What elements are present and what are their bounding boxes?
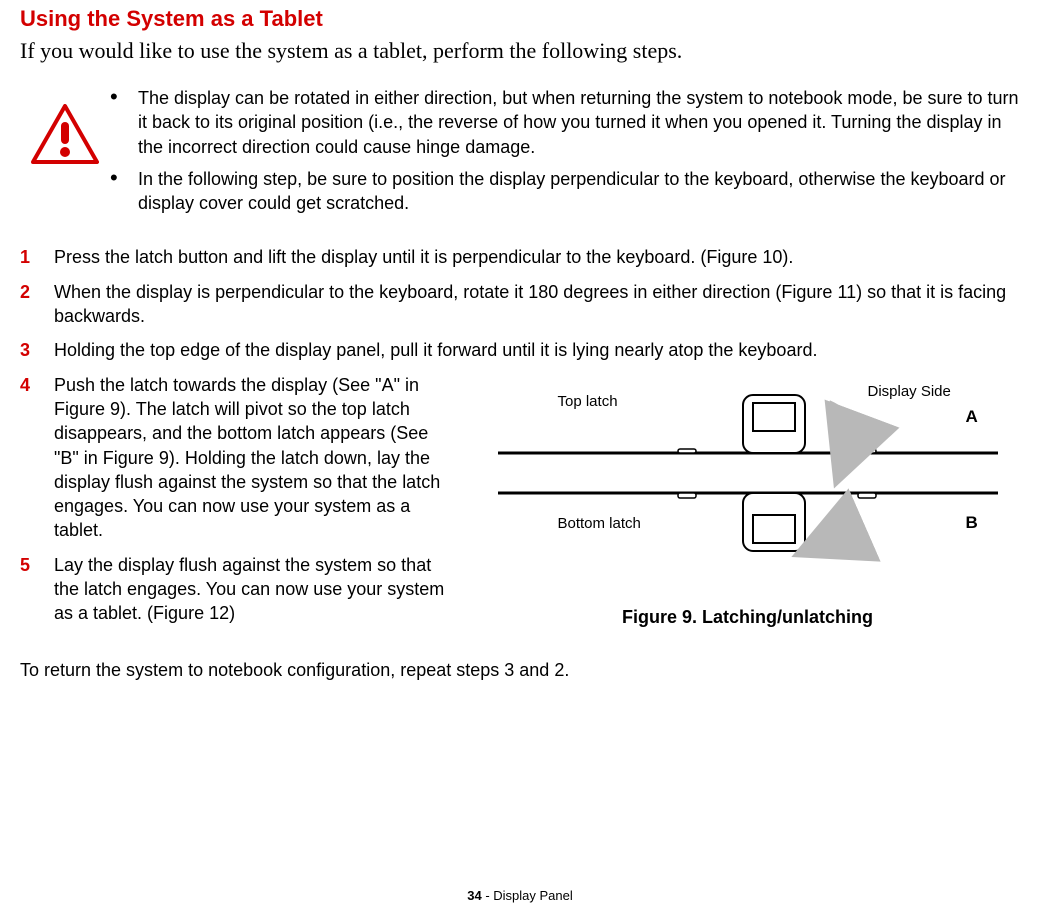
page-title: Using the System as a Tablet (20, 0, 1020, 32)
step-text: Press the latch button and lift the disp… (54, 245, 1020, 269)
steps-list: 1 Press the latch button and lift the di… (20, 245, 1020, 362)
figure-caption: Figure 9. Latching/unlatching (622, 607, 873, 628)
step-number: 3 (20, 338, 54, 362)
warning-text: The display can be rotated in either dir… (138, 86, 1020, 159)
warning-text: In the following step, be sure to positi… (138, 167, 1020, 216)
return-note: To return the system to notebook configu… (20, 660, 1020, 681)
step-text: When the display is perpendicular to the… (54, 280, 1020, 329)
step-text: Push the latch towards the display (See … (54, 373, 453, 543)
bullet: • (110, 86, 138, 159)
footer-section: Display Panel (493, 888, 573, 903)
warning-icon (20, 86, 110, 164)
step-3: 3 Holding the top edge of the display pa… (20, 338, 1020, 362)
intro-text: If you would like to use the system as a… (20, 38, 1020, 64)
label-A: A (966, 407, 978, 427)
warning-block: • The display can be rotated in either d… (20, 86, 1020, 223)
label-display-side: Display Side (868, 383, 951, 400)
label-top-latch: Top latch (558, 393, 618, 410)
step-2: 2 When the display is perpendicular to t… (20, 280, 1020, 329)
step-1: 1 Press the latch button and lift the di… (20, 245, 1020, 269)
manual-page: Using the System as a Tablet If you woul… (0, 0, 1040, 921)
step-text: Holding the top edge of the display pane… (54, 338, 1020, 362)
split-row: 4 Push the latch towards the display (Se… (20, 373, 1020, 636)
figure-9: Top latch Display Side A Bottom latch B … (475, 373, 1020, 628)
bullet: • (110, 167, 138, 216)
warning-list: • The display can be rotated in either d… (110, 86, 1020, 223)
page-footer: 34 - Display Panel (0, 888, 1040, 903)
footer-separator: - (482, 888, 494, 903)
step-text: Lay the display flush against the system… (54, 553, 453, 626)
step-number: 4 (20, 373, 54, 543)
label-B: B (966, 513, 978, 533)
step-5: 5 Lay the display flush against the syst… (20, 553, 453, 626)
step-number: 5 (20, 553, 54, 626)
page-number: 34 (467, 888, 481, 903)
step-4: 4 Push the latch towards the display (Se… (20, 373, 453, 543)
step-number: 1 (20, 245, 54, 269)
warning-item: • The display can be rotated in either d… (110, 86, 1020, 159)
label-bottom-latch: Bottom latch (558, 515, 641, 532)
warning-item: • In the following step, be sure to posi… (110, 167, 1020, 216)
steps-continued: 4 Push the latch towards the display (Se… (20, 373, 475, 636)
step-number: 2 (20, 280, 54, 329)
